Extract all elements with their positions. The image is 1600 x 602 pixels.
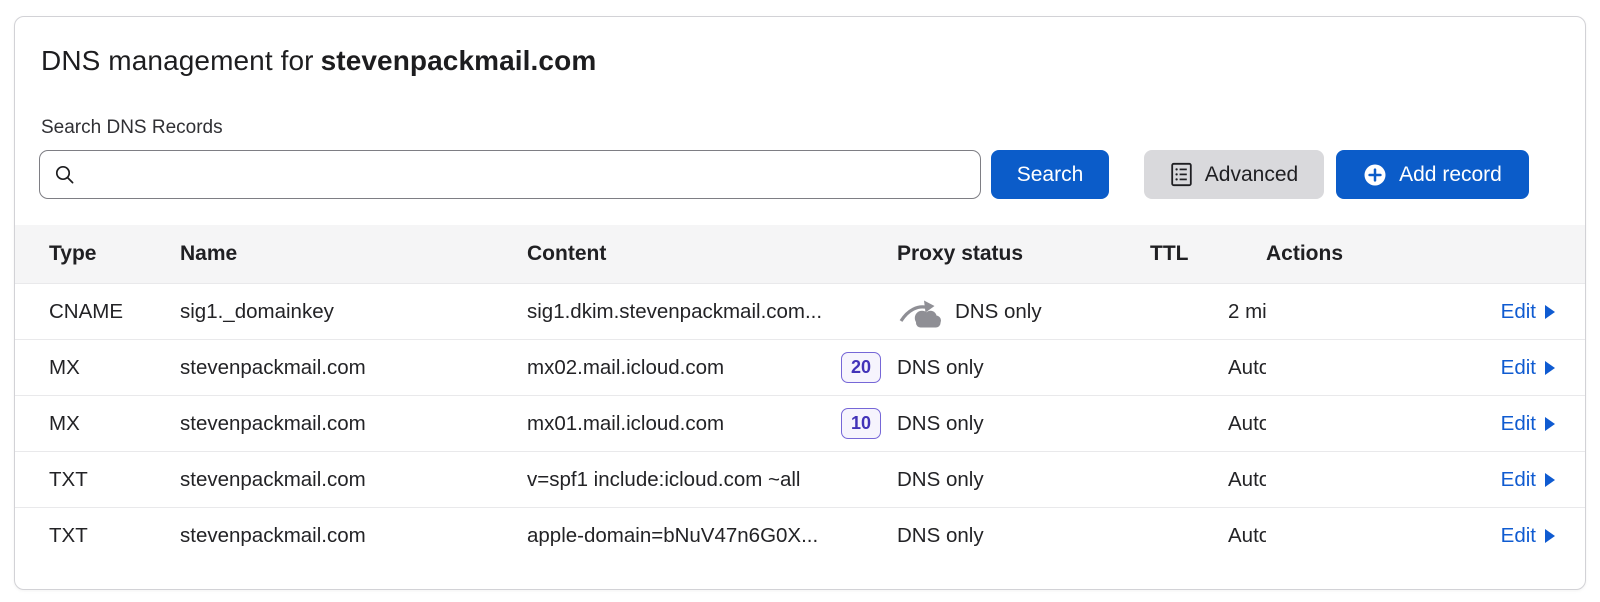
edit-link-label: Edit [1501,412,1536,436]
advanced-button-label: Advanced [1205,163,1298,187]
cell-record-content: sig1.dkim.stevenpackmail.com... [527,300,897,324]
page-title-prefix: DNS management for [41,45,314,76]
edit-record-link[interactable]: Edit [1501,468,1555,492]
column-header-content: Content [527,242,897,266]
search-button-label: Search [1017,163,1084,187]
cell-record-name: stevenpackmail.com [180,524,527,548]
magnifier-icon [54,164,76,186]
cell-proxy-status: DNS only [897,296,1150,328]
record-content-text: mx02.mail.icloud.com [527,356,724,380]
cell-actions: Edit [1266,300,1585,324]
proxy-status-text: DNS only [897,356,984,380]
edit-link-label: Edit [1501,300,1536,324]
cell-actions: Edit [1266,468,1585,492]
cell-record-content: apple-domain=bNuV47n6G0X... [527,524,897,548]
cell-ttl: Auto [1150,524,1266,548]
search-box[interactable] [39,150,981,199]
cell-record-content: mx01.mail.icloud.com 10 [527,408,897,439]
document-list-icon [1170,162,1193,187]
cell-record-type: TXT [15,468,180,492]
cell-record-name: stevenpackmail.com [180,468,527,492]
dns-toolbar: Search Advanced Add record [39,150,1529,199]
cell-proxy-status: DNS only [897,468,1150,492]
triangle-right-icon [1545,305,1555,319]
dns-records-table: TypeNameContentProxy statusTTLActions CN… [15,225,1585,563]
page-title: DNS management forstevenpackmail.com [41,45,1585,77]
page-title-domain: stevenpackmail.com [321,45,597,76]
dns-management-card: DNS management forstevenpackmail.com Sea… [14,16,1586,590]
add-record-button-label: Add record [1399,163,1502,187]
cell-ttl: Auto [1150,468,1266,492]
cell-record-name: stevenpackmail.com [180,412,527,436]
edit-link-label: Edit [1501,524,1536,548]
edit-record-link[interactable]: Edit [1501,524,1555,548]
column-header-proxy-status: Proxy status [897,242,1150,266]
cell-record-name: stevenpackmail.com [180,356,527,380]
cell-ttl: Auto [1150,356,1266,380]
cell-ttl: Auto [1150,412,1266,436]
proxy-status-text: DNS only [955,300,1042,324]
cell-actions: Edit [1266,524,1585,548]
proxy-status-text: DNS only [897,412,984,436]
column-header-type: Type [15,242,180,266]
column-header-actions: Actions [1266,242,1585,266]
table-row: MXstevenpackmail.commx01.mail.icloud.com… [15,395,1585,451]
proxy-status-text: DNS only [897,524,984,548]
edit-record-link[interactable]: Edit [1501,412,1555,436]
table-row: TXTstevenpackmail.comv=spf1 include:iclo… [15,451,1585,507]
column-header-ttl: TTL [1150,242,1266,266]
cell-proxy-status: DNS only [897,356,1150,380]
cell-proxy-status: DNS only [897,412,1150,436]
edit-record-link[interactable]: Edit [1501,356,1555,380]
cell-record-content: v=spf1 include:icloud.com ~all [527,468,897,492]
table-row: CNAMEsig1._domainkeysig1.dkim.stevenpack… [15,283,1585,339]
triangle-right-icon [1545,529,1555,543]
cell-record-type: MX [15,412,180,436]
cell-actions: Edit [1266,356,1585,380]
cell-proxy-status: DNS only [897,524,1150,548]
proxy-status-text: DNS only [897,468,984,492]
triangle-right-icon [1545,361,1555,375]
cell-record-type: CNAME [15,300,180,324]
edit-link-label: Edit [1501,356,1536,380]
advanced-button[interactable]: Advanced [1144,150,1324,199]
priority-badge: 10 [841,408,881,439]
cell-record-type: MX [15,356,180,380]
record-content-text: sig1.dkim.stevenpackmail.com... [527,300,822,324]
plus-circle-icon [1363,163,1387,187]
edit-link-label: Edit [1501,468,1536,492]
search-button[interactable]: Search [991,150,1109,199]
triangle-right-icon [1545,417,1555,431]
gray-cloud-arrow-icon [897,296,943,328]
table-body: CNAMEsig1._domainkeysig1.dkim.stevenpack… [15,283,1585,563]
cell-record-name: sig1._domainkey [180,300,527,324]
priority-badge: 20 [841,352,881,383]
triangle-right-icon [1545,473,1555,487]
table-row: TXTstevenpackmail.comapple-domain=bNuV47… [15,507,1585,563]
table-row: MXstevenpackmail.commx02.mail.icloud.com… [15,339,1585,395]
table-header-row: TypeNameContentProxy statusTTLActions [15,225,1585,283]
search-label: Search DNS Records [41,117,1585,139]
cell-record-content: mx02.mail.icloud.com 20 [527,352,897,383]
record-content-text: mx01.mail.icloud.com [527,412,724,436]
add-record-button[interactable]: Add record [1336,150,1529,199]
search-input[interactable] [86,163,966,186]
column-header-name: Name [180,242,527,266]
edit-record-link[interactable]: Edit [1501,300,1555,324]
cell-ttl: 2 min [1150,300,1266,324]
record-content-text: apple-domain=bNuV47n6G0X... [527,524,818,548]
cell-actions: Edit [1266,412,1585,436]
record-content-text: v=spf1 include:icloud.com ~all [527,468,801,492]
cell-record-type: TXT [15,524,180,548]
